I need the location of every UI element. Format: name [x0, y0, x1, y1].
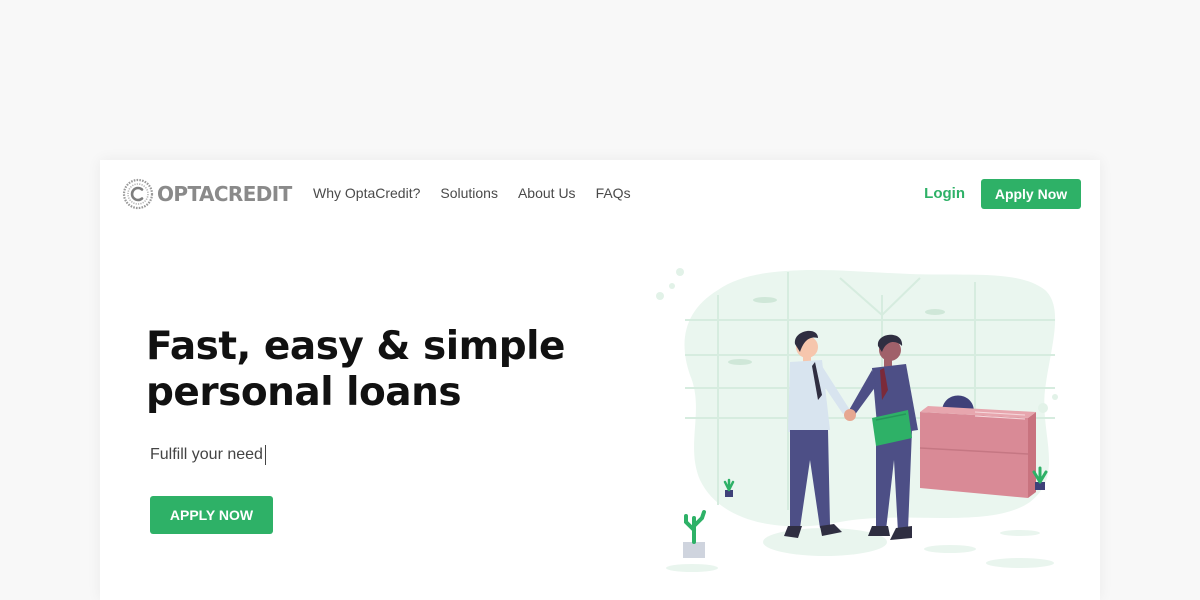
page-card: OPTACREDIT Why OptaCredit? Solutions Abo…	[100, 160, 1100, 600]
typing-cursor	[264, 445, 266, 465]
nav-link-why-optacredit[interactable]: Why OptaCredit?	[313, 185, 420, 201]
hero-subtitle-text: Fulfill your need	[150, 446, 263, 463]
apply-now-nav-button[interactable]: Apply Now	[981, 179, 1081, 209]
navbar: OPTACREDIT Why OptaCredit? Solutions Abo…	[100, 160, 1100, 228]
nav-links: Why OptaCredit? Solutions About Us FAQs	[313, 185, 631, 201]
business-handshake-illustration	[656, 268, 1058, 572]
brand-name: OPTACREDIT	[157, 182, 292, 206]
nav-link-about-us[interactable]: About Us	[518, 185, 576, 201]
apply-now-hero-button[interactable]: APPLY NOW	[150, 496, 273, 534]
nav-link-solutions[interactable]: Solutions	[440, 185, 498, 201]
login-link[interactable]: Login	[924, 185, 965, 202]
nav-link-faqs[interactable]: FAQs	[596, 185, 631, 201]
hero-headline: Fast, easy & simple personal loans	[146, 324, 566, 416]
brand-logo[interactable]: OPTACREDIT	[122, 178, 292, 210]
hero-headline-line-2: personal loans	[146, 370, 462, 415]
optacredit-logo-icon	[122, 178, 154, 210]
hero-headline-line-1: Fast, easy & simple	[146, 324, 565, 369]
hero-subtitle: Fulfill your need	[150, 445, 266, 465]
